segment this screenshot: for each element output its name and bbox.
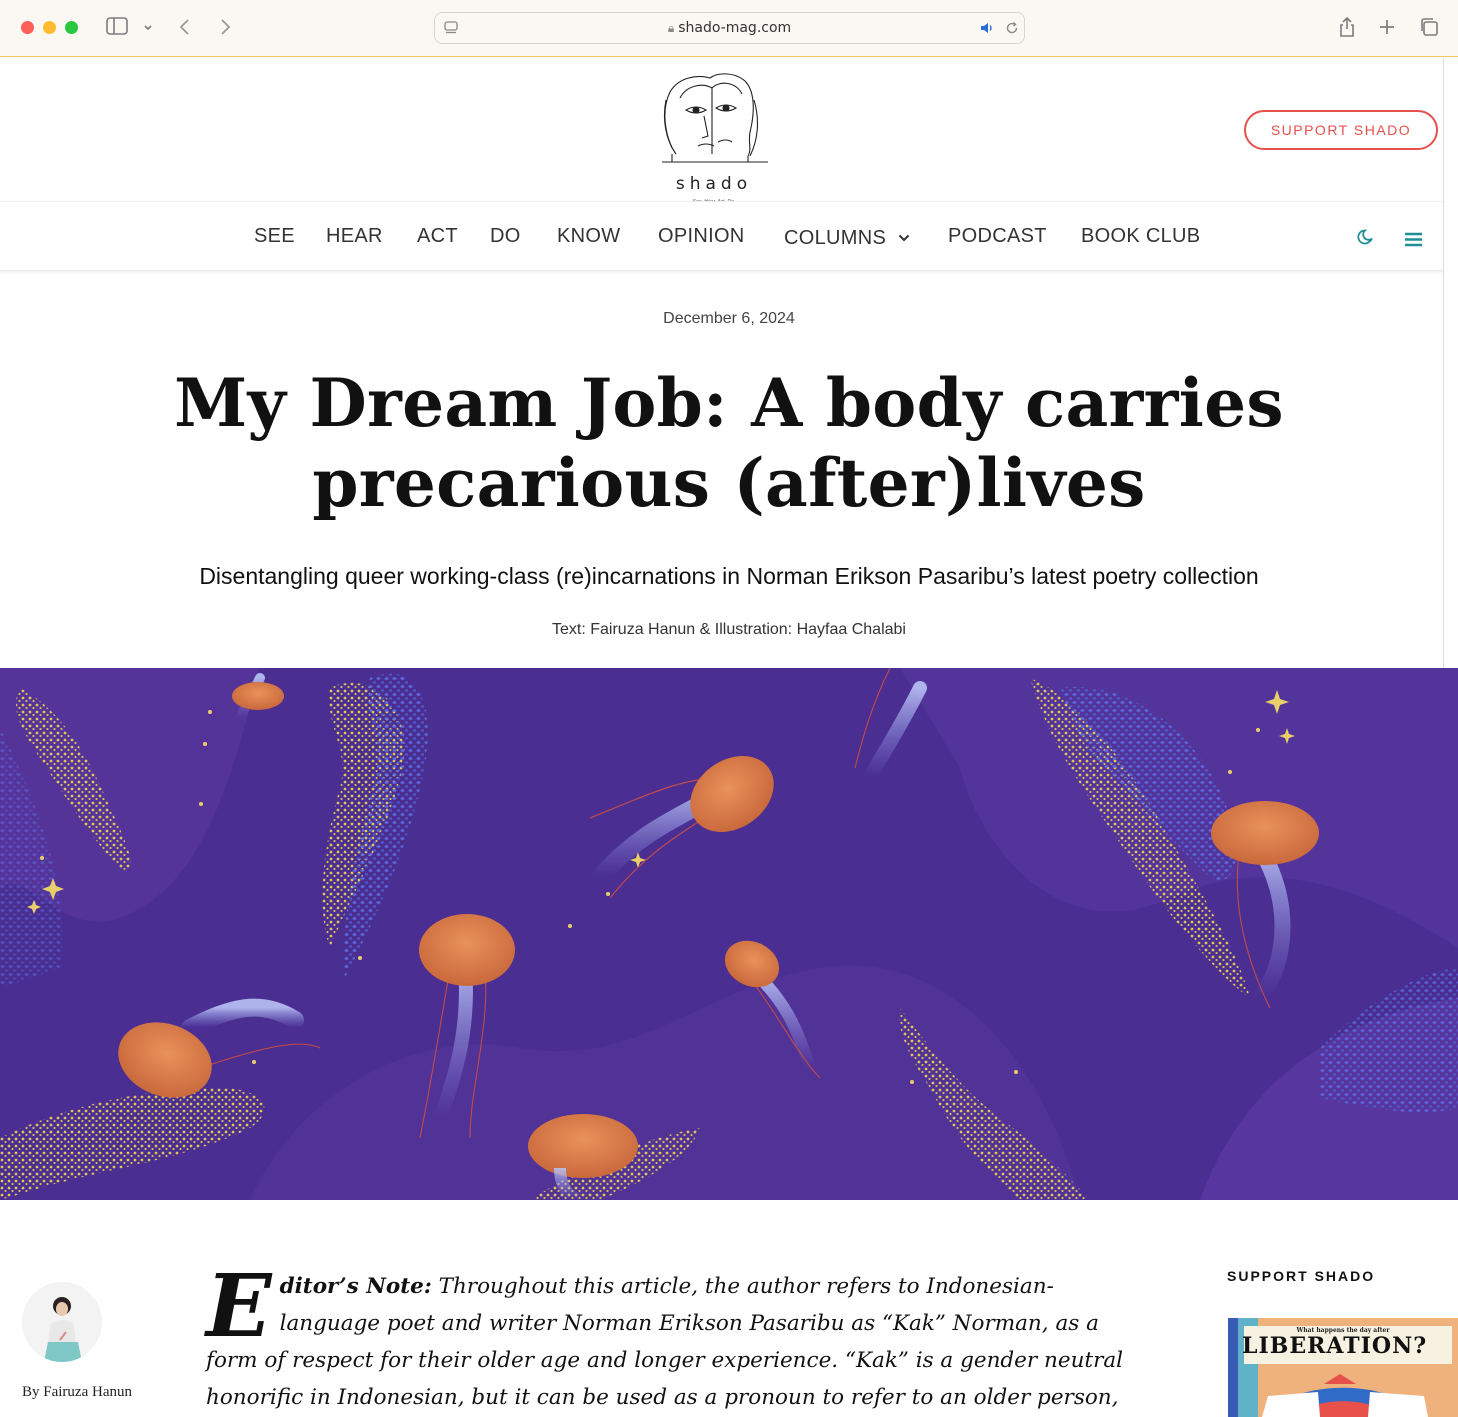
url-text: shado-mag.com [678,20,792,36]
lock-icon: 🔒︎ [667,21,675,35]
author-avatar[interactable] [22,1282,102,1362]
nav-item-do[interactable]: DO [490,225,521,248]
chevron-down-icon[interactable] [143,20,153,40]
jellyfish-illustration [0,668,1458,1200]
support-shado-button[interactable]: SUPPORT SHADO [1244,110,1438,150]
close-window-button[interactable] [21,21,34,34]
nav-item-see[interactable]: SEE [254,225,295,248]
browser-toolbar: 🔒︎ shado-mag.com [0,0,1458,57]
sidebar-support-ad[interactable]: What happens the day after LIBERATION? [1228,1318,1458,1417]
nav-item-podcast[interactable]: PODCAST [948,225,1047,248]
nav-item-columns-label: COLUMNS [784,227,887,249]
zoom-window-button[interactable] [65,21,78,34]
minimize-window-button[interactable] [43,21,56,34]
back-arrow-icon[interactable] [178,18,192,40]
editors-note: Editor’s Note: Throughout this article, … [206,1256,1146,1417]
article-title-line-1: My Dream Job: A body carries [174,364,1284,442]
nav-item-opinion[interactable]: OPINION [658,225,745,248]
hamburger-menu-icon[interactable] [1405,229,1422,253]
article-date: December 6, 2024 [663,310,795,327]
logo-wordmark: shado [675,174,753,194]
drop-cap: E [206,1256,272,1357]
nav-item-know[interactable]: KNOW [557,225,620,248]
author-byline[interactable]: By Fairuza Hanun [22,1381,132,1403]
article-credits: Text: Fairuza Hanun & Illustration: Hayf… [552,621,906,638]
article-title: My Dream Job: A body carries precarious … [100,363,1358,523]
share-icon[interactable] [1338,16,1356,42]
nav-item-book-club[interactable]: BOOK CLUB [1081,225,1200,248]
sidebar-heading: SUPPORT SHADO [1227,1268,1376,1284]
window-controls [21,21,78,34]
nav-item-columns[interactable]: COLUMNS [784,225,910,250]
address-bar[interactable]: 🔒︎ shado-mag.com [434,12,1025,44]
reload-icon[interactable] [1004,20,1020,41]
forward-arrow-icon[interactable] [218,18,232,40]
nav-item-act[interactable]: ACT [417,225,458,248]
author-portrait-image [22,1282,102,1362]
article-title-line-2: precarious (after)lives [312,444,1146,522]
nav-item-hear[interactable]: HEAR [326,225,383,248]
chevron-down-icon [898,225,910,248]
logo-face-illustration [662,73,768,163]
editors-note-label: ditor’s Note: [279,1274,432,1299]
ad-headline: LIBERATION? [1242,1333,1428,1359]
new-tab-icon[interactable] [1378,18,1396,40]
main-navigation: SEE HEAR ACT DO KNOW OPINION COLUMNS POD… [0,201,1443,271]
tab-overview-icon[interactable] [1419,17,1439,41]
speaker-icon[interactable] [979,20,995,41]
site-header: shado See. Hear. Act. Do. SUPPORT SHADO [0,58,1443,205]
sidebar-toggle-icon[interactable] [106,17,128,39]
dark-mode-moon-icon[interactable] [1357,228,1375,252]
article-subtitle: Disentangling queer working-class (re)in… [199,563,1259,589]
shado-logo[interactable]: shado See. Hear. Act. Do. [656,70,772,205]
hero-illustration [0,668,1458,1200]
